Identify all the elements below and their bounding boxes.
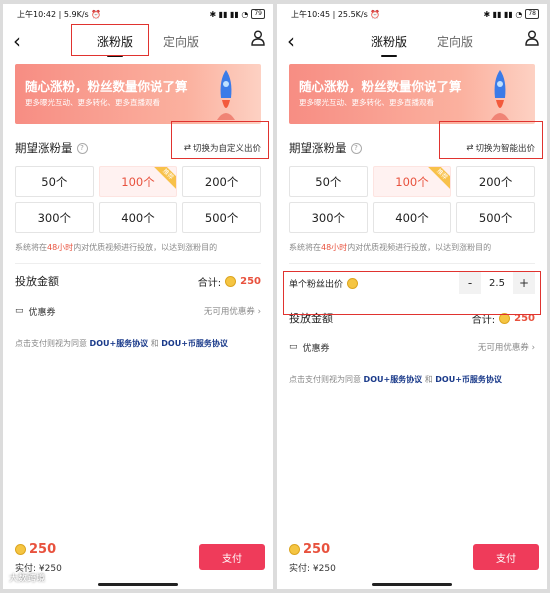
bid-minus-button[interactable]: - [459,272,481,294]
dou-coin-service-link[interactable]: DOU+币服务协议 [161,339,228,348]
user-icon[interactable] [525,30,539,50]
coupon-label: ▭ 优惠券 [15,306,56,318]
status-icons: ✱ ▮▮ ▮▮ ◔ 79 [209,9,265,19]
banner-title: 随心涨粉，粉丝数量你说了算 [299,79,462,94]
option-100[interactable]: 100个 推荐 [98,166,178,197]
coupon-icon: ▭ [15,306,24,316]
status-bar: 上午10:45 | 25.5K/s ⏰ ✱ ▮▮ ▮▮ ◔ 78 [277,4,547,24]
banner-subtitle: 更多曝光互动、更多转化、更多直播观看 [25,98,160,107]
total-amount: 合计: 250 [471,312,535,326]
battery-icon: 79 [251,9,265,19]
amount-title: 投放金额 [15,275,59,288]
option-500[interactable]: 500个 [456,202,535,233]
bid-row: 单个粉丝出价 - 2.5 + [277,266,547,300]
back-arrow-icon[interactable]: ‹ [287,29,295,53]
recommend-badge: 推荐 [427,167,451,190]
agreement-text: 点击支付则视为同意 DOU+服务协议 和 DOU+币服务协议 [289,375,502,384]
version-tabs: 涨粉版 定向版 [95,29,201,54]
section-title: 期望涨粉量? [289,140,362,156]
coupon-row[interactable]: ▭ 优惠券 无可用优惠券 › [277,334,547,360]
divider [289,263,535,264]
rocket-icon [217,70,235,120]
switch-custom-bid-button[interactable]: ⇄ 切换为自定义出价 [184,142,261,154]
coin-icon [347,277,359,289]
amount-row: 投放金额 合计: 250 [277,302,547,334]
amount-title: 投放金额 [289,312,333,325]
tab-fans[interactable]: 涨粉版 [369,29,409,54]
fans-options-grid: 50个 100个 推荐 200个 300个 400个 500个 [277,166,547,233]
recommend-badge: 推荐 [153,167,177,190]
home-indicator [372,583,452,586]
coupon-status: 无可用优惠券 › [203,307,261,317]
back-arrow-icon[interactable]: ‹ [13,29,21,53]
delivery-hint: 系统将在48小时内对优质视频进行投放，以达到涨粉目的 [289,243,492,252]
coin-icon [499,312,511,324]
dou-service-link[interactable]: DOU+服务协议 [90,339,149,348]
bottom-amount: 250 [15,542,56,557]
battery-icon: 78 [525,9,539,19]
option-50[interactable]: 50个 [15,166,94,197]
promo-banner: 随心涨粉，粉丝数量你说了算 更多曝光互动、更多转化、更多直播观看 [15,64,261,124]
switch-icon: ⇄ [183,143,191,153]
home-indicator [98,583,178,586]
dou-coin-service-link[interactable]: DOU+币服务协议 [435,375,502,384]
dou-service-link[interactable]: DOU+服务协议 [364,375,423,384]
total-amount: 合计: 250 [197,275,261,289]
nav-bar: ‹ 涨粉版 定向版 [277,24,547,58]
help-icon[interactable]: ? [76,142,88,154]
help-icon[interactable]: ? [350,142,362,154]
option-200[interactable]: 200个 [182,166,261,197]
version-tabs: 涨粉版 定向版 [369,29,475,54]
pay-button[interactable]: 支付 [473,544,539,570]
tab-targeted[interactable]: 定向版 [435,29,475,54]
bottom-pay-bar: 250 实付: ¥250 支付 [277,534,547,589]
watermark: 大数跨境 [9,574,46,584]
user-icon[interactable] [251,30,265,50]
rocket-icon [491,70,509,120]
option-400[interactable]: 400个 [98,202,178,233]
bid-label: 单个粉丝出价 [289,277,359,290]
option-200[interactable]: 200个 [456,166,535,197]
status-time-speed: 上午10:42 | 5.9K/s ⏰ [17,9,102,19]
option-400[interactable]: 400个 [372,202,452,233]
bid-plus-button[interactable]: + [513,272,535,294]
coin-icon [289,544,300,555]
coupon-label: ▭ 优惠券 [289,342,330,354]
fans-options-grid: 50个 100个 推荐 200个 300个 400个 500个 [3,166,273,233]
banner-title: 随心涨粉，粉丝数量你说了算 [25,79,188,94]
option-300[interactable]: 300个 [15,202,94,233]
delivery-hint: 系统将在48小时内对优质视频进行投放，以达到涨粉目的 [15,243,218,252]
switch-icon: ⇄ [466,143,474,153]
coin-icon [225,275,237,287]
bid-value[interactable]: 2.5 [487,278,507,289]
option-100[interactable]: 100个 推荐 [372,166,452,197]
amount-row: 投放金额 合计: 250 [3,264,273,298]
fans-section-header: 期望涨粉量? ⇄ 切换为智能出价 [277,130,547,166]
real-pay: 实付: ¥250 [289,564,336,574]
status-icons: ✱ ▮▮ ▮▮ ◔ 78 [483,9,539,19]
bottom-amount: 250 [289,542,330,557]
coin-icon [15,544,26,555]
fans-section-header: 期望涨粉量? ⇄ 切换为自定义出价 [3,130,273,166]
pay-button[interactable]: 支付 [199,544,265,570]
section-title: 期望涨粉量? [15,140,88,156]
left-screen: 上午10:42 | 5.9K/s ⏰ ✱ ▮▮ ▮▮ ◔ 79 ‹ 涨粉版 定向… [3,4,273,589]
option-300[interactable]: 300个 [289,202,368,233]
bid-stepper: - 2.5 + [459,272,535,294]
agreement-text: 点击支付则视为同意 DOU+服务协议 和 DOU+币服务协议 [15,339,228,348]
banner-subtitle: 更多曝光互动、更多转化、更多直播观看 [299,98,434,107]
tab-fans[interactable]: 涨粉版 [95,29,135,54]
tab-targeted[interactable]: 定向版 [161,29,201,54]
option-50[interactable]: 50个 [289,166,368,197]
switch-smart-bid-button[interactable]: ⇄ 切换为智能出价 [466,142,535,154]
nav-bar: ‹ 涨粉版 定向版 [3,24,273,58]
status-bar: 上午10:42 | 5.9K/s ⏰ ✱ ▮▮ ▮▮ ◔ 79 [3,4,273,24]
coupon-status: 无可用优惠券 › [477,343,535,353]
promo-banner: 随心涨粉，粉丝数量你说了算 更多曝光互动、更多转化、更多直播观看 [289,64,535,124]
option-500[interactable]: 500个 [182,202,261,233]
status-time-speed: 上午10:45 | 25.5K/s ⏰ [291,9,381,19]
coupon-row[interactable]: ▭ 优惠券 无可用优惠券 › [3,298,273,324]
right-screen: 上午10:45 | 25.5K/s ⏰ ✱ ▮▮ ▮▮ ◔ 78 ‹ 涨粉版 定… [277,4,547,589]
coupon-icon: ▭ [289,342,298,352]
